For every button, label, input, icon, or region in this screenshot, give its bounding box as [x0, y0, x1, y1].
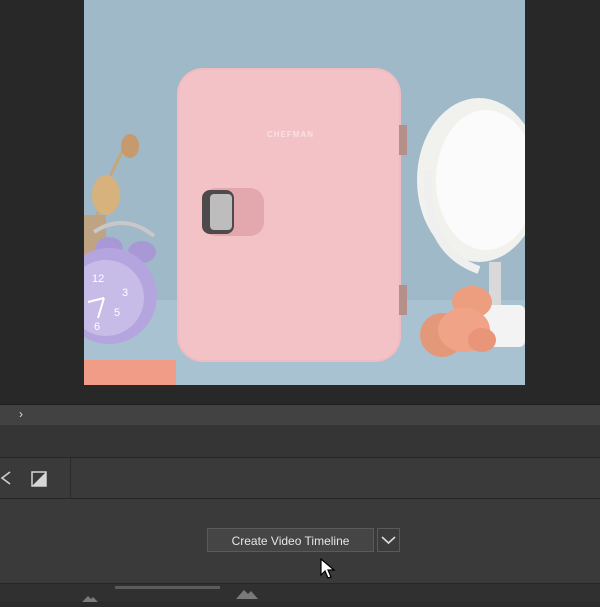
- split-icon[interactable]: [31, 471, 47, 487]
- panel-divider: [0, 404, 600, 426]
- chevron-down-icon: [381, 536, 396, 545]
- rewind-icon[interactable]: [0, 468, 12, 488]
- mountain-large-icon[interactable]: [236, 586, 258, 599]
- chevron-right-icon[interactable]: ›: [14, 406, 28, 422]
- timeline-type-dropdown[interactable]: [377, 528, 400, 552]
- document-image[interactable]: 12 3 5 6 CHEFMAN: [84, 0, 525, 385]
- product-photo: 12 3 5 6: [84, 0, 525, 385]
- svg-text:3: 3: [122, 287, 128, 299]
- fridge-brand-label: CHEFMAN: [267, 130, 314, 139]
- create-video-timeline-button[interactable]: Create Video Timeline: [207, 528, 374, 552]
- timeline-header: [0, 425, 600, 458]
- svg-text:6: 6: [94, 321, 100, 333]
- mini-fridge: [177, 68, 407, 362]
- timeline-controls: [0, 458, 600, 499]
- controls-divider: [70, 458, 71, 498]
- svg-text:5: 5: [114, 307, 120, 319]
- mountain-small-icon[interactable]: [82, 589, 98, 602]
- zoom-slider[interactable]: [115, 586, 220, 589]
- mouse-cursor-icon: [320, 557, 336, 580]
- svg-text:12: 12: [92, 273, 104, 285]
